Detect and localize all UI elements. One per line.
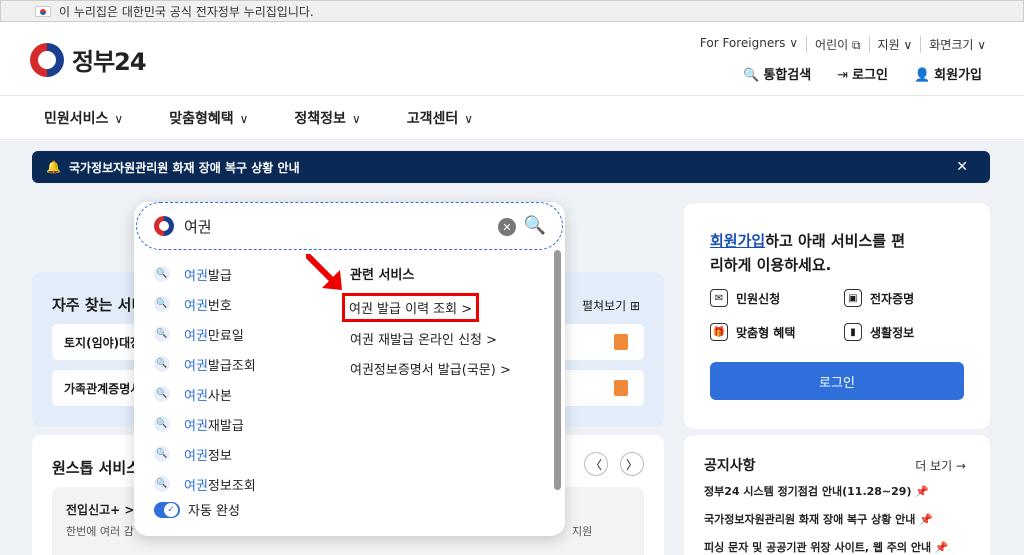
search-box: ✕ 🔍 [136,202,563,250]
official-banner: 이 누리집은 대한민국 공식 전자정부 누리집입니다. [0,0,1024,22]
suggestion-item[interactable]: 🔍 여권 만료일 [154,322,244,346]
chevron-down-icon: ∨ [351,111,361,126]
suggestion-item[interactable]: 🔍 여권 재발급 [154,412,244,436]
search-icon: 🔍 [154,356,170,372]
util-support[interactable]: 지원 ∨ [870,36,922,53]
header-actions: 🔍 통합검색 ⇥ 로그인 👤 회원가입 [743,64,982,83]
search-icon: 🔍 [154,416,170,432]
service-e-cert[interactable]: ▣ 전자증명 [844,289,914,307]
search-dropdown: ✕ 🔍 🔍여권발급 🔍여권번호 🔍여권만료일 🔍여권발급조회 🔍여권사본 🔍여권… [134,202,565,536]
gift-icon: 🎁 [710,323,728,341]
clear-search-button[interactable]: ✕ [498,218,516,236]
nav-customer-center[interactable]: 고객센터 ∨ [407,108,473,128]
search-icon[interactable]: 🔍 [524,215,546,236]
onestop-title: 원스톱 서비스 [52,459,141,477]
login-link[interactable]: ⇥ 로그인 [837,64,888,83]
suggestion-item[interactable]: 🔍 여권 발급조회 [154,352,256,376]
service-civil-apply[interactable]: ✉ 민원신청 [710,289,780,307]
chevron-down-icon: ∨ [239,111,249,126]
red-arrow-annotation-icon [306,254,342,290]
search-icon: 🔍 [154,386,170,402]
site-logo[interactable]: 정부24 [30,42,147,77]
bookmark-icon: ▮ [844,323,862,341]
suggestion-item[interactable]: 🔍 여권 정보 [154,442,232,466]
suggestion-item[interactable]: 🔍 여권 번호 [154,292,232,316]
signup-link[interactable]: 👤 회원가입 [914,64,982,83]
login-button[interactable]: 로그인 [710,362,964,400]
prev-button[interactable]: 〈 [584,452,608,476]
util-foreigners[interactable]: For Foreigners ∨ [692,36,808,53]
signup-inline-link[interactable]: 회원가입 [710,232,765,250]
search-icon: 🔍 [743,68,760,83]
document-icon [614,334,628,350]
login-card: 회원가입하고 아래 서비스를 편리하게 이용하세요. ✉ 민원신청 ▣ 전자증명 🎁… [684,203,990,429]
related-passport-history[interactable]: 여권 발급 이력 조회 > [342,293,480,322]
login-message: 회원가입하고 아래 서비스를 편리하게 이용하세요. [710,232,906,274]
chevron-down-icon: ∨ [114,111,124,126]
search-input[interactable] [184,217,484,235]
nav-benefits[interactable]: 맞춤형혜택 ∨ [169,108,248,128]
utility-menu: For Foreigners ∨ 어린이 ⧉ 지원 ∨ 화면크기 ∨ [692,36,986,53]
related-passport-reissue[interactable]: 여권 재발급 온라인 신청 > [350,329,497,348]
nav-civil-service[interactable]: 민원서비스 ∨ [44,108,123,128]
korea-flag-icon [35,5,51,17]
next-button[interactable]: 〉 [620,452,644,476]
service-benefits[interactable]: 🎁 맞춤형 혜택 [710,323,795,341]
close-notice-button[interactable]: ✕ [956,159,968,175]
id-card-icon: ▣ [844,289,862,307]
search-icon: 🔍 [154,476,170,492]
service-life-info[interactable]: ▮ 생활정보 [844,323,914,341]
search-icon: 🔍 [154,266,170,282]
chevron-down-icon: ∨ [464,111,474,126]
notice-item[interactable]: 정부24 시스템 정기점검 안내(11.28~29) 📌 [704,483,929,499]
util-kids[interactable]: 어린이 ⧉ [807,36,870,53]
notice-text: 국가정보자원관리원 화재 장애 복구 상황 안내 [68,160,300,175]
notice-item[interactable]: 피싱 문자 및 공공기관 위장 사이트, 웹 주의 안내 📌 [704,539,949,555]
login-icon: ⇥ [837,68,849,83]
notice-item[interactable]: 국가정보자원관리원 화재 장애 복구 상황 안내 📌 [704,511,933,527]
logo-text: 정부24 [72,48,147,76]
search-icon: 🔍 [154,446,170,462]
notices-title: 공지사항 [704,458,756,474]
search-icon: 🔍 [154,296,170,312]
taegeuk-logo-icon [154,216,174,236]
toggle-switch[interactable] [154,501,180,518]
autocomplete-toggle[interactable]: 자동 완성 [154,500,240,519]
user-plus-icon: 👤 [913,68,931,83]
official-banner-text: 이 누리집은 대한민국 공식 전자정부 누리집입니다. [59,4,314,19]
suggestion-scrollbar[interactable] [554,250,561,490]
related-passport-cert[interactable]: 여권정보증명서 발급(국문) > [350,359,511,378]
search-icon: 🔍 [154,326,170,342]
taegeuk-logo-icon [30,42,64,77]
main-nav: 민원서비스 ∨ 맞춤형혜택 ∨ 정책정보 ∨ 고객센터 ∨ [0,96,1024,140]
suggestion-item[interactable]: 🔍 여권 정보조회 [154,472,256,496]
more-notices-link[interactable]: 더 보기 → [915,457,966,474]
related-services-title: 관련 서비스 [350,268,415,283]
suggestion-item[interactable]: 🔍 여권 사본 [154,382,232,406]
integrated-search-button[interactable]: 🔍 통합검색 [743,64,811,83]
notice-bar[interactable]: 🔔 국가정보자원관리원 화재 장애 복구 상황 안내 ✕ [32,151,990,183]
suggestion-item[interactable]: 🔍 여권 발급 [154,262,232,286]
site-header: 정부24 For Foreigners ∨ 어린이 ⧉ 지원 ∨ 화면크기 ∨ … [0,22,1024,96]
bell-icon: 🔔 [46,160,61,174]
util-font-size[interactable]: 화면크기 ∨ [921,36,986,53]
expand-button[interactable]: 펼쳐보기 ⊞ [582,297,640,314]
mail-icon: ✉ [710,289,728,307]
notices-card: 공지사항 더 보기 → 정부24 시스템 정기점검 안내(11.28~29) 📌… [684,435,990,555]
nav-policy[interactable]: 정책정보 ∨ [294,108,360,128]
document-icon [614,380,628,396]
